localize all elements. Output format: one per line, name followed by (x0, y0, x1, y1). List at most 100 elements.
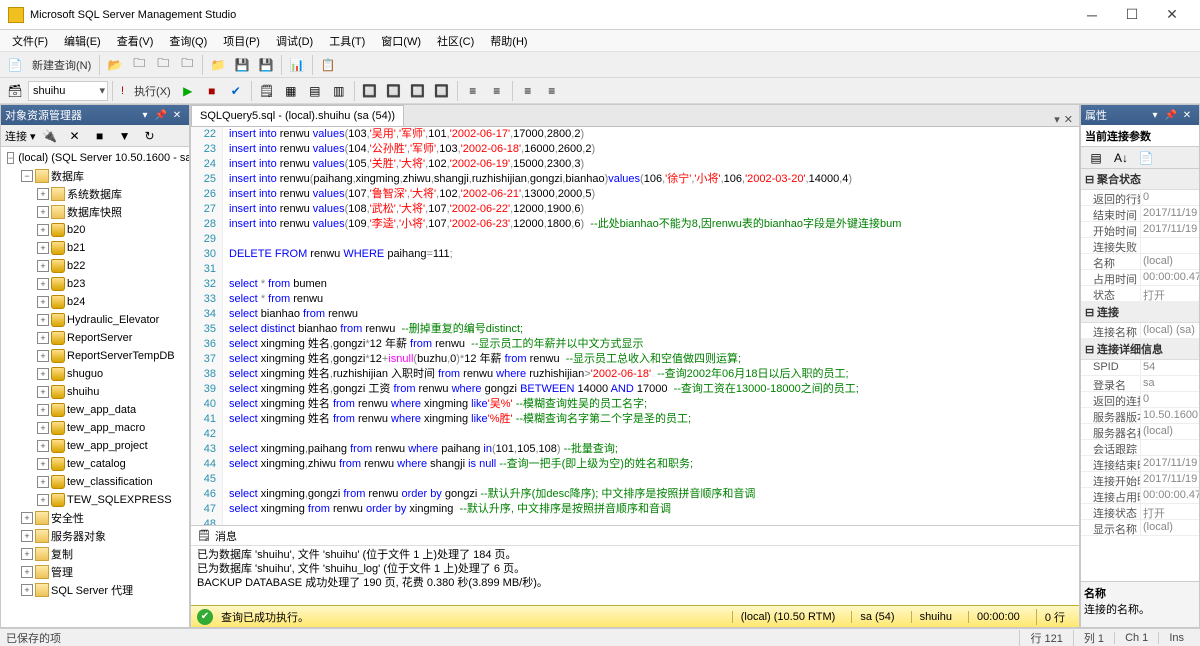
play-icon[interactable]: ▶ (177, 80, 199, 102)
tree-item[interactable]: +shuguo (3, 365, 187, 383)
property-row[interactable]: 状态打开 (1081, 286, 1199, 302)
minimize-button[interactable]: ─ (1072, 3, 1112, 27)
stop-icon[interactable]: ■ (201, 80, 223, 102)
t2-icon[interactable]: 🔲 (383, 80, 405, 102)
property-row[interactable]: 连接开始时2017/11/19 2 (1081, 472, 1199, 488)
new-query-label[interactable]: 新建查询(N) (28, 57, 95, 73)
prop-dropdown-icon[interactable]: ▾ (1147, 107, 1163, 123)
save-icon[interactable]: 💾 (231, 54, 253, 76)
categorized-icon[interactable]: ▤ (1085, 147, 1107, 169)
plan-icon[interactable]: 🗒 (256, 80, 278, 102)
tree-item[interactable]: +b23 (3, 275, 187, 293)
filter-icon[interactable]: ▼ (114, 125, 136, 147)
property-row[interactable]: 名称(local) (1081, 254, 1199, 270)
property-row[interactable]: 服务器版本10.50.1600 (1081, 408, 1199, 424)
tree-item[interactable]: −数据库 (3, 167, 187, 185)
disconnect-icon[interactable]: ✕ (64, 125, 86, 147)
menu-item[interactable]: 窗口(W) (373, 31, 429, 51)
tree-item[interactable]: +b20 (3, 221, 187, 239)
menu-item[interactable]: 查看(V) (109, 31, 162, 51)
results-file-icon[interactable]: ▥ (328, 80, 350, 102)
outdent-icon[interactable]: ≡ (486, 80, 508, 102)
tree-item[interactable]: +服务器对象 (3, 527, 187, 545)
tree-item[interactable]: +b22 (3, 257, 187, 275)
prop-pin-icon[interactable]: 📌 (1163, 107, 1179, 123)
menu-item[interactable]: 帮助(H) (482, 31, 535, 51)
menu-item[interactable]: 工具(T) (321, 31, 373, 51)
property-row[interactable]: 会话跟踪 I (1081, 440, 1199, 456)
open-file-icon[interactable]: 📁 (207, 54, 229, 76)
property-row[interactable]: 占用时间00:00:00.477 (1081, 270, 1199, 286)
database-selector[interactable]: shuihu (28, 81, 108, 101)
property-row[interactable]: 服务器名称(local) (1081, 424, 1199, 440)
menu-item[interactable]: 调试(D) (268, 31, 321, 51)
properties-grid[interactable]: ⊟聚合状态返回的行数0结束时间2017/11/19 2开始时间2017/11/1… (1081, 169, 1199, 581)
property-row[interactable]: 连接占用时00:00:00.477 (1081, 488, 1199, 504)
menu-item[interactable]: 文件(F) (4, 31, 56, 51)
tree-item[interactable]: +Hydraulic_Elevator (3, 311, 187, 329)
close-icon[interactable]: ✕ (169, 107, 185, 123)
results-grid-icon[interactable]: ▦ (280, 80, 302, 102)
tree-item[interactable]: +复制 (3, 545, 187, 563)
t4-icon[interactable]: 🔲 (431, 80, 453, 102)
tree-item[interactable]: +shuihu (3, 383, 187, 401)
property-row[interactable]: SPID54 (1081, 360, 1199, 376)
tree-item[interactable]: +tew_catalog (3, 455, 187, 473)
tree-item[interactable]: +tew_app_project (3, 437, 187, 455)
indent-icon[interactable]: ≡ (462, 80, 484, 102)
parse-icon[interactable]: ✔ (225, 80, 247, 102)
t3-icon[interactable]: 🔲 (407, 80, 429, 102)
close-button[interactable]: ✕ (1152, 3, 1192, 27)
tab-active[interactable]: SQLQuery5.sql - (local).shuihu (sa (54)) (191, 105, 404, 126)
property-row[interactable]: 开始时间2017/11/19 2 (1081, 222, 1199, 238)
refresh-icon[interactable]: ↻ (139, 125, 161, 147)
pin-icon[interactable]: 📌 (153, 107, 169, 123)
alphabetical-icon[interactable]: A↓ (1110, 147, 1132, 169)
tree-item[interactable]: +管理 (3, 563, 187, 581)
code-editor[interactable]: 22insert into renwu values(103,'吴用','军师'… (191, 127, 1079, 525)
maximize-button[interactable]: ☐ (1112, 3, 1152, 27)
property-row[interactable]: 连接失败 (1081, 238, 1199, 254)
uncomment-icon[interactable]: ≡ (541, 80, 563, 102)
property-row[interactable]: 连接结束时2017/11/19 2 (1081, 456, 1199, 472)
stop2-icon[interactable]: ■ (89, 125, 111, 147)
tab-dropdown-icon[interactable]: ▾ (1054, 113, 1060, 126)
tree-item[interactable]: +tew_app_data (3, 401, 187, 419)
property-row[interactable]: 连接状态打开 (1081, 504, 1199, 520)
property-row[interactable]: 连接名称(local) (sa) (1081, 323, 1199, 339)
folder2-icon[interactable]: 🗀 (152, 54, 174, 76)
connect-icon[interactable]: 🔌 (39, 125, 61, 147)
folder-icon[interactable]: 🗀 (128, 54, 150, 76)
list-icon[interactable]: 📋 (317, 54, 339, 76)
tree-item[interactable]: +tew_app_macro (3, 419, 187, 437)
tree-item[interactable]: +系统数据库 (3, 185, 187, 203)
connect-button[interactable]: 连接 ▾ (5, 128, 36, 144)
messages-body[interactable]: 已为数据库 'shuihu', 文件 'shuihu' (位于文件 1 上)处理… (191, 546, 1079, 605)
tree-item[interactable]: +ReportServer (3, 329, 187, 347)
comment-icon[interactable]: ≡ (517, 80, 539, 102)
property-row[interactable]: 返回的连接0 (1081, 392, 1199, 408)
prop-close-icon[interactable]: ✕ (1179, 107, 1195, 123)
property-row[interactable]: 结束时间2017/11/19 2 (1081, 206, 1199, 222)
tab-close-icon[interactable]: ✕ (1064, 113, 1073, 126)
props-page-icon[interactable]: 📄 (1135, 147, 1157, 169)
menu-item[interactable]: 项目(P) (215, 31, 268, 51)
tree-item[interactable]: +tew_classification (3, 473, 187, 491)
activity-icon[interactable]: 📊 (286, 54, 308, 76)
property-row[interactable]: 返回的行数0 (1081, 190, 1199, 206)
property-row[interactable]: 显示名称(local) (1081, 520, 1199, 536)
tree-item[interactable]: +安全性 (3, 509, 187, 527)
execute-button[interactable]: 执行(X) (130, 83, 175, 99)
tree-item[interactable]: +SQL Server 代理 (3, 581, 187, 599)
menu-item[interactable]: 查询(Q) (161, 31, 215, 51)
menu-item[interactable]: 社区(C) (429, 31, 482, 51)
folder3-icon[interactable]: 🗀 (176, 54, 198, 76)
tree-item[interactable]: +ReportServerTempDB (3, 347, 187, 365)
results-text-icon[interactable]: ▤ (304, 80, 326, 102)
property-row[interactable]: 登录名sa (1081, 376, 1199, 392)
tree-item[interactable]: +TEW_SQLEXPRESS (3, 491, 187, 509)
tree-item[interactable]: +数据库快照 (3, 203, 187, 221)
tree-item[interactable]: +b21 (3, 239, 187, 257)
open-icon[interactable]: 📂 (104, 54, 126, 76)
object-tree[interactable]: −(local) (SQL Server 10.50.1600 - sa)−数据… (1, 147, 189, 627)
